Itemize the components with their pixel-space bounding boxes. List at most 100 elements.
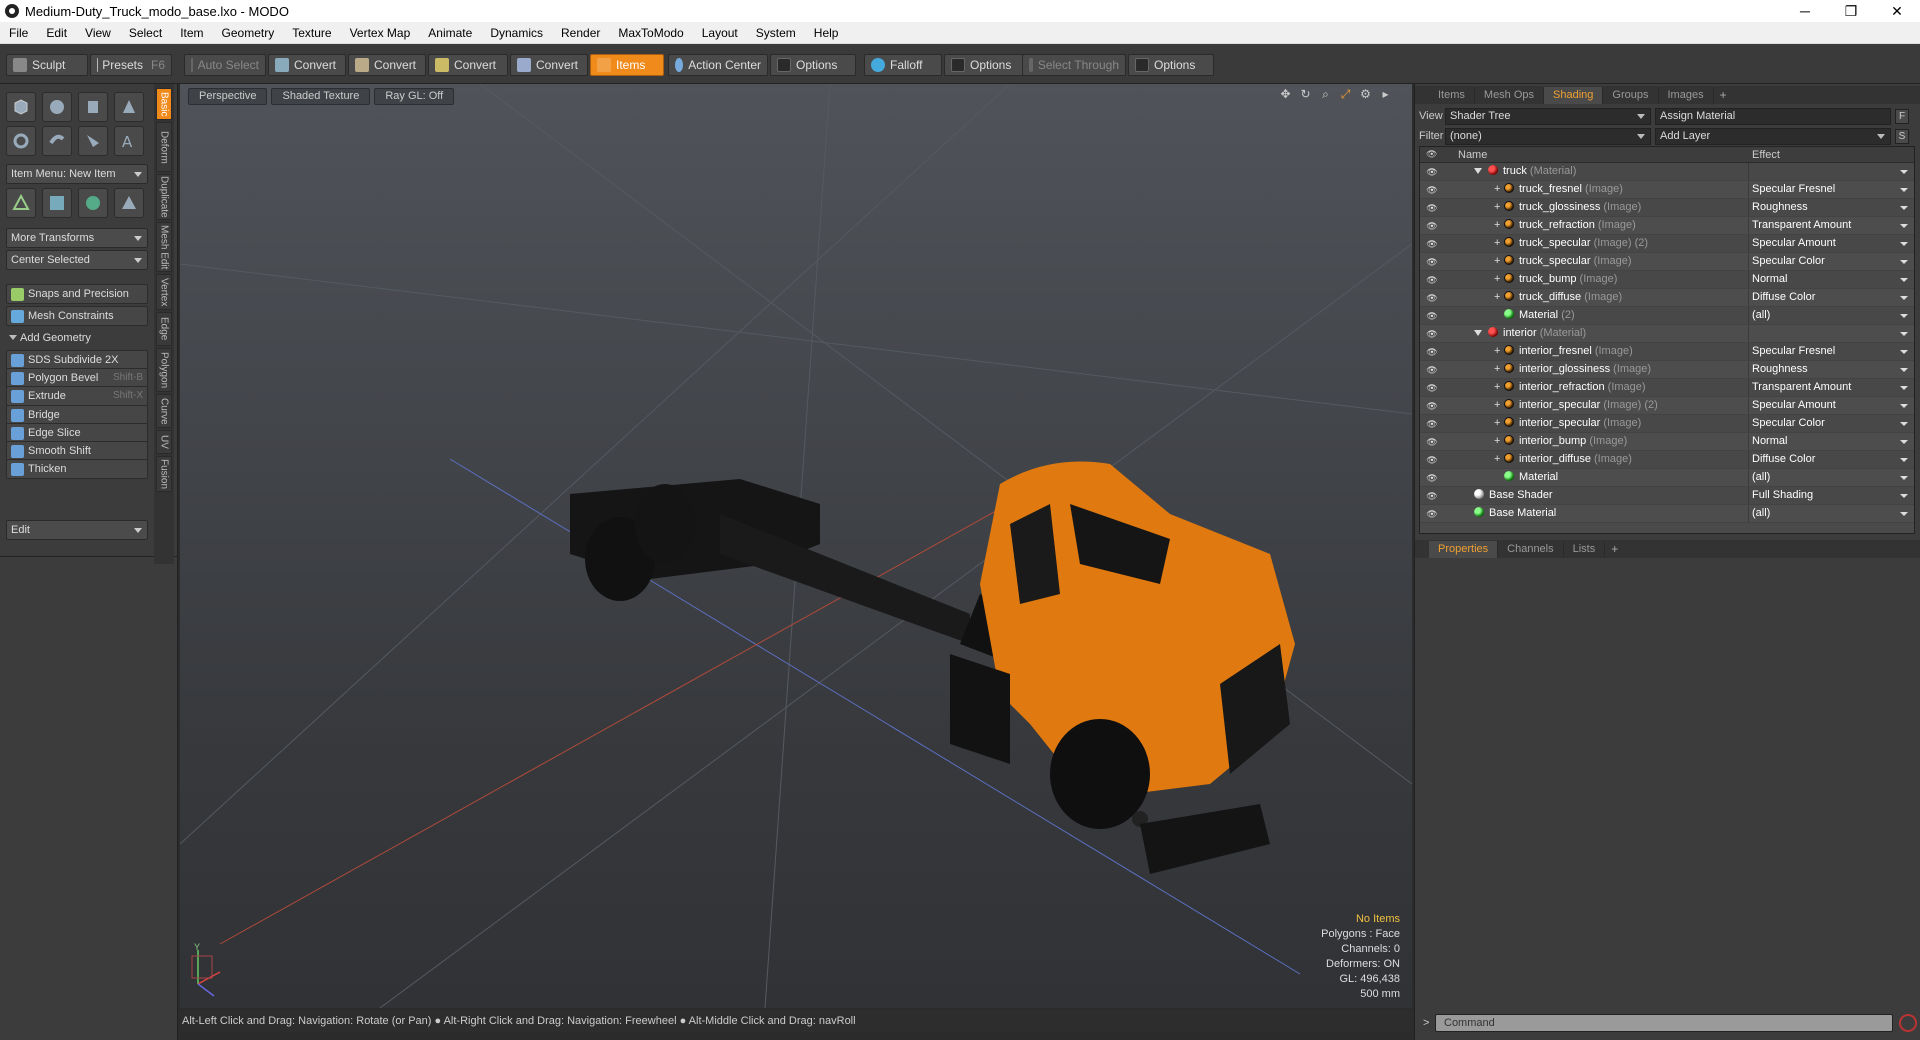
ground-plane-icon[interactable] [114,188,144,218]
sphere-icon[interactable] [42,92,72,122]
visibility-eye-icon[interactable]: 👁 [1426,184,1438,196]
expand-plus-icon[interactable]: + [1494,435,1500,447]
edit-dropdown[interactable]: Edit [6,520,148,540]
command-input[interactable]: Command [1435,1014,1893,1032]
effect-dropdown[interactable]: Diffuse Color [1748,289,1912,306]
menu-texture[interactable]: Texture [283,26,340,40]
tab-shading[interactable]: Shading [1544,87,1604,104]
expand-plus-icon[interactable]: + [1494,417,1500,429]
visibility-eye-icon[interactable]: 👁 [1426,508,1438,520]
visibility-eye-icon[interactable]: 👁 [1426,382,1438,394]
expand-plus-icon[interactable]: + [1494,345,1500,357]
rotate-icon[interactable]: ↻ [1299,88,1312,101]
tool-edge-slice[interactable]: Edge Slice [6,422,148,443]
tab-items[interactable]: Items [1429,87,1475,104]
options-button-2[interactable]: Options [944,54,1030,76]
visibility-eye-icon[interactable]: 👁 [1426,292,1438,304]
mesh-constraints-button[interactable]: Mesh Constraints [6,306,148,326]
presets-button[interactable]: Presets F6 [90,54,172,76]
shader-tree-row[interactable]: 👁 Material (all) [1420,469,1914,487]
shader-tree-row[interactable]: 👁 + interior_bump (Image) Normal [1420,433,1914,451]
maximize-button[interactable]: ❐ [1828,0,1874,22]
shader-tree-row[interactable]: 👁 + truck_bump (Image) Normal [1420,271,1914,289]
minimize-button[interactable]: ─ [1782,0,1828,22]
menu-system[interactable]: System [747,26,805,40]
expand-plus-icon[interactable]: + [1494,399,1500,411]
shader-tree-row[interactable]: 👁 + interior_fresnel (Image) Specular Fresn… [1420,343,1914,361]
vtab-mesh-edit[interactable]: Mesh Edit [156,222,172,272]
view-dropdown[interactable]: Shader Tree [1445,107,1651,125]
shader-tree-row[interactable]: 👁 + interior_specular (Image) (2) Specular … [1420,397,1914,415]
menu-select[interactable]: Select [120,26,171,40]
tab-lists[interactable]: Lists [1564,541,1606,558]
visibility-eye-icon[interactable]: 👁 [1426,328,1438,340]
vtab-vertex[interactable]: Vertex [156,274,172,310]
vtab-edge[interactable]: Edge [156,312,172,346]
add-layer-dropdown[interactable]: Add Layer [1655,127,1891,145]
snaps-precision-button[interactable]: Snaps and Precision [6,284,148,304]
convert-button-4[interactable]: Convert [510,54,588,76]
expand-plus-icon[interactable]: + [1494,381,1500,393]
select-through-button[interactable]: Select Through [1022,54,1126,76]
pan-icon[interactable]: ✥ [1279,88,1292,101]
shader-tree-row[interactable]: 👁 Base Shader Full Shading [1420,487,1914,505]
options-button-1[interactable]: Options [770,54,856,76]
shader-tree-row[interactable]: 👁 + truck_fresnel (Image) Specular Fresnel [1420,181,1914,199]
tool-bridge[interactable]: Bridge [6,404,148,425]
convert-button-2[interactable]: Convert [348,54,426,76]
pen-icon[interactable] [78,126,108,156]
menu-dynamics[interactable]: Dynamics [481,26,552,40]
assign-material-button[interactable]: Assign Material [1655,107,1891,125]
expand-arrow-icon[interactable] [1474,330,1482,336]
expand-plus-icon[interactable]: + [1494,291,1500,303]
effect-dropdown[interactable]: Full Shading [1748,487,1912,504]
effect-dropdown[interactable]: Specular Amount [1748,235,1912,252]
effect-dropdown[interactable]: Specular Amount [1748,397,1912,414]
menu-layout[interactable]: Layout [693,26,747,40]
expand-plus-icon[interactable]: + [1494,219,1500,231]
effect-dropdown[interactable]: Specular Color [1748,253,1912,270]
capsule-icon[interactable] [42,126,72,156]
vtab-fusion[interactable]: Fusion [156,456,172,492]
vtab-duplicate[interactable]: Duplicate [156,174,172,220]
shader-tree-row[interactable]: 👁 + interior_refraction (Image) Transparent… [1420,379,1914,397]
tool-extrude[interactable]: Extrude Shift-X [6,386,148,407]
visibility-eye-icon[interactable]: 👁 [1426,490,1438,502]
effect-dropdown[interactable]: Specular Fresnel [1748,343,1912,360]
effect-column-header[interactable]: Effect [1752,149,1780,161]
perspective-button[interactable]: Perspective [188,88,268,105]
expand-plus-icon[interactable]: + [1494,183,1500,195]
visibility-eye-icon[interactable]: 👁 [1426,400,1438,412]
brush-icon[interactable]: 👁 [1426,346,1438,358]
add-tab-icon[interactable]: + [1605,541,1624,558]
effect-dropdown[interactable]: Transparent Amount [1748,217,1912,234]
shader-tree-row[interactable]: 👁 + interior_diffuse (Image) Diffuse Color [1420,451,1914,469]
s-button[interactable]: S [1895,128,1909,144]
visibility-eye-icon[interactable]: 👁 [1426,310,1438,322]
vtab-basic[interactable]: Basic [156,88,172,120]
visibility-eye-icon[interactable]: 👁 [1426,472,1438,484]
visibility-eye-icon[interactable]: 👁 [1426,238,1438,250]
expand-plus-icon[interactable]: + [1494,255,1500,267]
visibility-eye-icon[interactable]: 👁 [1426,220,1438,232]
options-button-3[interactable]: Options [1128,54,1214,76]
shader-tree-row[interactable]: 👁 + truck_specular (Image) (2) Specular Amo… [1420,235,1914,253]
shader-tree-row[interactable]: 👁 + truck_diffuse (Image) Diffuse Color [1420,289,1914,307]
tab-groups[interactable]: Groups [1603,87,1659,104]
visibility-eye-icon[interactable]: 👁 [1426,256,1438,268]
expand-arrow-icon[interactable] [1474,168,1482,174]
sculpt-button[interactable]: Sculpt [6,54,88,76]
tool-thicken[interactable]: Thicken [6,459,148,480]
visibility-eye-icon[interactable]: 👁 [1426,454,1438,466]
effect-dropdown[interactable]: Diffuse Color [1748,451,1912,468]
visibility-eye-icon[interactable]: 👁 [1426,436,1438,448]
shader-tree-row[interactable]: 👁 + interior_specular (Image) Specular Colo… [1420,415,1914,433]
add-geometry-section[interactable]: Add Geometry [6,329,148,347]
effect-dropdown[interactable]: Normal [1748,433,1912,450]
cone-icon[interactable] [114,92,144,122]
action-center-button[interactable]: Action Center [668,54,768,76]
auto-select-button[interactable]: Auto Select [184,54,266,76]
falloff-button[interactable]: Falloff [864,54,942,76]
visibility-eye-icon[interactable]: 👁 [1426,364,1438,376]
shader-tree-row[interactable]: 👁 + truck_glossiness (Image) Roughness [1420,199,1914,217]
